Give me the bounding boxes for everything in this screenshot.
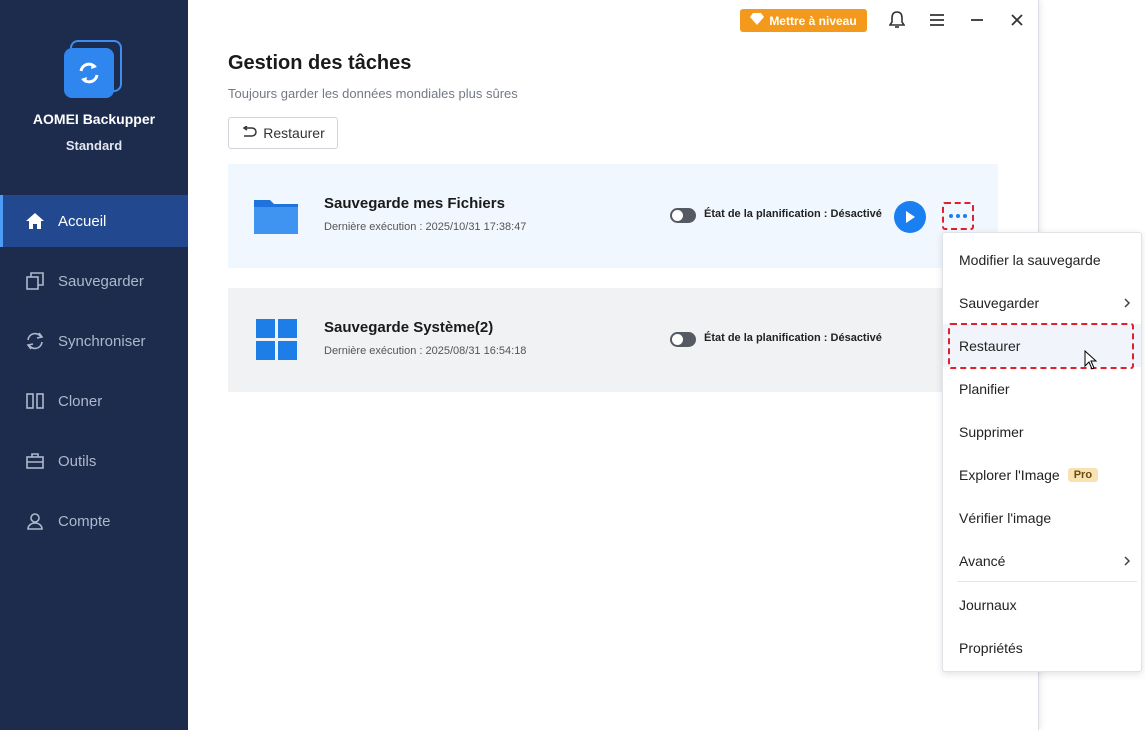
sidebar-item-label: Outils (58, 452, 97, 470)
restore-button[interactable]: Restaurer (228, 117, 338, 149)
app-name: AOMEI Backupper (32, 111, 156, 127)
folder-icon (252, 194, 300, 238)
menu-item-avance[interactable]: Avancé (943, 539, 1141, 582)
menu-divider (957, 581, 1137, 582)
schedule-toggle[interactable] (670, 208, 696, 223)
upgrade-button[interactable]: Mettre à niveau (740, 9, 867, 32)
sidebar: AOMEI Backupper Standard Accueil Sauvega… (0, 0, 188, 730)
task-card[interactable]: Sauvegarde Système(2) Dernière exécution… (228, 288, 998, 392)
context-menu: Modifier la sauvegarde Sauvegarder Resta… (942, 232, 1142, 672)
sidebar-item-label: Synchroniser (58, 332, 146, 350)
menu-item-sauvegarder[interactable]: Sauvegarder (943, 281, 1141, 324)
task-last-run: Dernière exécution : 2025/10/31 17:38:47 (324, 221, 527, 233)
menu-item-label: Propriétés (959, 639, 1023, 656)
highlight-box (948, 323, 1134, 369)
menu-item-modifier[interactable]: Modifier la sauvegarde (943, 238, 1141, 281)
pro-badge: Pro (1067, 467, 1099, 482)
close-icon[interactable] (1005, 8, 1029, 32)
menu-item-explorer-image[interactable]: Explorer l'Image Pro (943, 453, 1141, 496)
menu-item-label: Vérifier l'image (959, 509, 1052, 526)
more-options-button[interactable] (942, 202, 974, 230)
chevron-right-icon (1123, 296, 1131, 312)
diamond-icon (750, 13, 765, 28)
sidebar-item-accueil[interactable]: Accueil (0, 195, 188, 247)
backup-icon (24, 270, 46, 292)
sidebar-item-label: Cloner (58, 392, 103, 410)
menu-item-label: Journaux (959, 596, 1017, 613)
menu-item-label: Planifier (959, 380, 1010, 397)
menu-item-label: Sauvegarder (959, 294, 1040, 311)
app-edition: Standard (65, 138, 123, 153)
menu-item-label: Explorer l'Image (959, 466, 1060, 483)
page-subtitle: Toujours garder les données mondiales pl… (228, 86, 518, 101)
schedule-toggle[interactable] (670, 332, 696, 347)
menu-item-verifier-image[interactable]: Vérifier l'image (943, 496, 1141, 539)
toolbox-icon (24, 450, 46, 472)
task-card[interactable]: Sauvegarde mes Fichiers Dernière exécuti… (228, 164, 998, 268)
menu-item-label: Supprimer (959, 423, 1024, 440)
menu-icon[interactable] (925, 8, 949, 32)
mouse-cursor-icon (1084, 349, 1098, 375)
task-last-run: Dernière exécution : 2025/08/31 16:54:18 (324, 345, 527, 357)
sidebar-item-compte[interactable]: Compte (0, 495, 188, 547)
app-logo-icon (62, 40, 124, 102)
task-name: Sauvegarde mes Fichiers (324, 195, 505, 212)
undo-icon (241, 125, 258, 141)
sidebar-item-outils[interactable]: Outils (0, 435, 188, 487)
play-icon[interactable] (894, 201, 926, 233)
bell-icon[interactable] (885, 8, 909, 32)
home-icon (24, 210, 46, 232)
user-icon (24, 510, 46, 532)
sync-icon (24, 330, 46, 352)
sidebar-item-synchroniser[interactable]: Synchroniser (0, 315, 188, 367)
upgrade-label: Mettre à niveau (769, 13, 857, 28)
sidebar-item-sauvegarder[interactable]: Sauvegarder (0, 255, 188, 307)
menu-item-journaux[interactable]: Journaux (943, 583, 1141, 626)
sidebar-item-cloner[interactable]: Cloner (0, 375, 188, 427)
menu-item-proprietes[interactable]: Propriétés (943, 626, 1141, 669)
sidebar-item-label: Accueil (58, 212, 107, 230)
schedule-status: État de la planification : Désactivé (704, 332, 882, 344)
page-title: Gestion des tâches (228, 52, 412, 74)
menu-item-label: Avancé (959, 552, 1006, 569)
menu-item-supprimer[interactable]: Supprimer (943, 410, 1141, 453)
clone-icon (24, 390, 46, 412)
chevron-right-icon (1123, 554, 1131, 570)
sidebar-item-label: Compte (58, 512, 111, 530)
sidebar-item-label: Sauvegarder (58, 272, 144, 290)
menu-item-planifier[interactable]: Planifier (943, 367, 1141, 410)
restore-label: Restaurer (263, 125, 325, 141)
schedule-status: État de la planification : Désactivé (704, 208, 882, 220)
menu-item-label: Modifier la sauvegarde (959, 251, 1101, 268)
task-name: Sauvegarde Système(2) (324, 319, 494, 336)
app-window: AOMEI Backupper Standard Accueil Sauvega… (0, 0, 1039, 730)
windows-icon (252, 318, 300, 362)
minimize-icon[interactable] (965, 8, 989, 32)
